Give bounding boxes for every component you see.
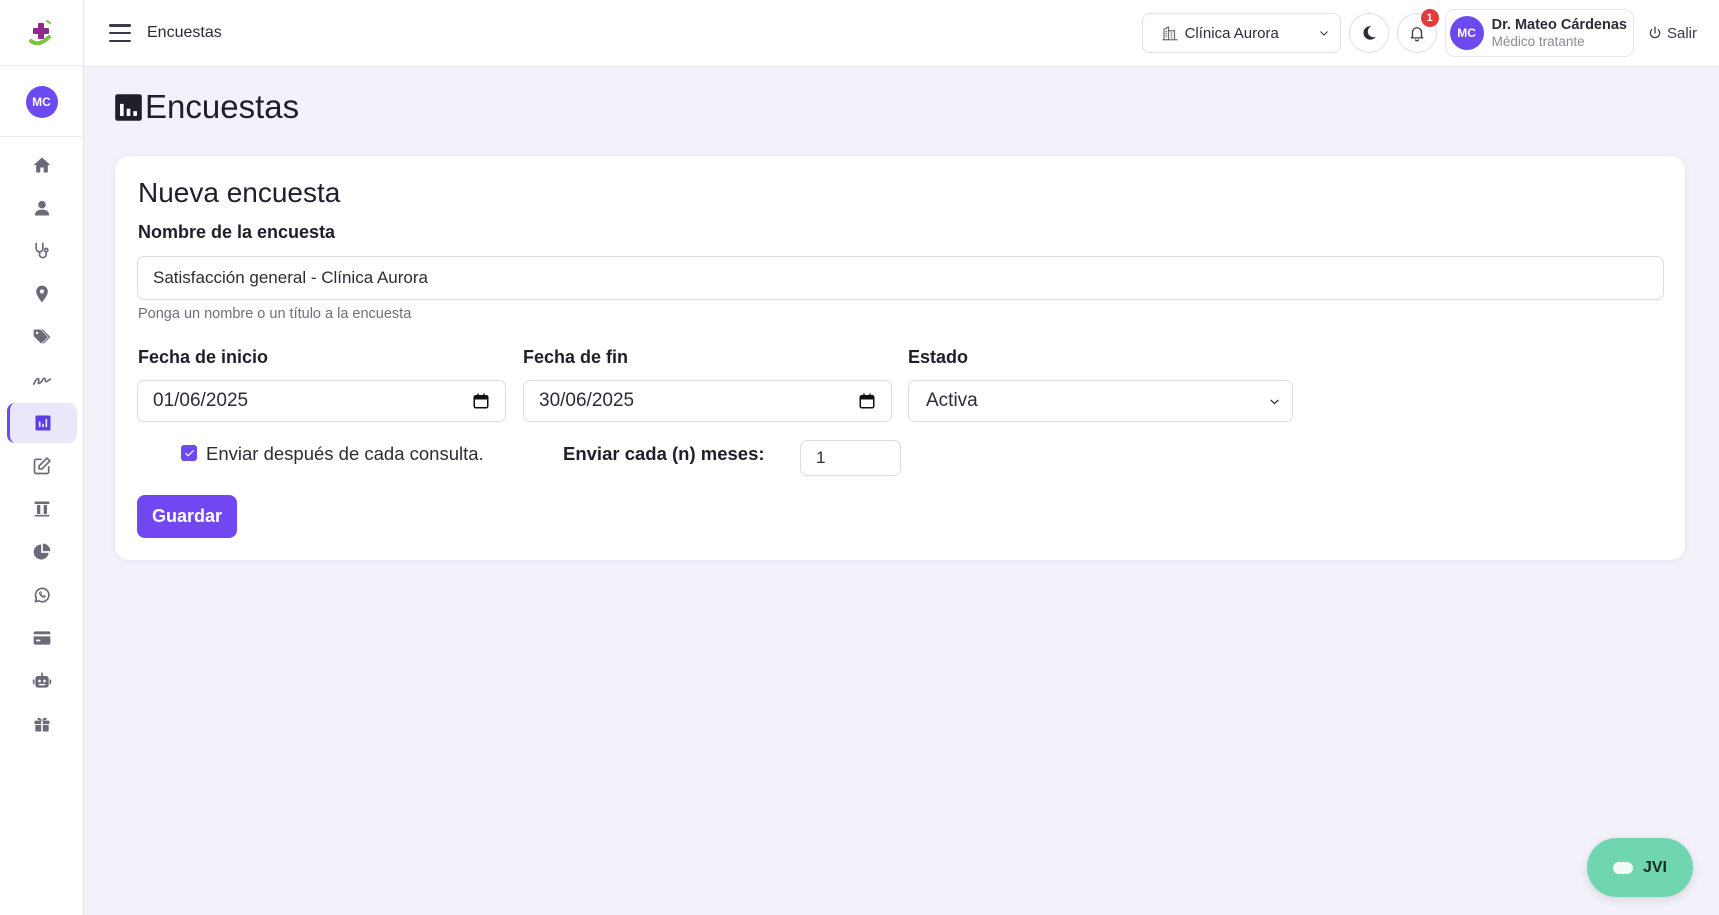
sidebar-item-lab[interactable]: [7, 489, 77, 529]
sidebar-nav: [0, 143, 83, 745]
dark-mode-toggle[interactable]: [1348, 13, 1389, 53]
topbar-title: Encuestas: [147, 24, 222, 41]
calendar-icon[interactable]: [858, 392, 876, 410]
avatar: MC: [1449, 16, 1484, 50]
survey-form-card: Nueva encuesta Nombre de la encuesta Pon…: [115, 156, 1685, 560]
check-icon: [184, 449, 194, 456]
sidebar-item-billing[interactable]: [7, 618, 77, 658]
sidebar-item-patients[interactable]: [7, 188, 77, 228]
stethoscope-icon: [34, 242, 49, 258]
sidebar-item-home[interactable]: [7, 145, 77, 185]
home-icon: [33, 157, 50, 172]
chat-assistant-button[interactable]: JVI: [1587, 838, 1693, 897]
status-select-value: Activa: [926, 390, 978, 411]
user-icon: [34, 200, 49, 215]
sidebar: MC: [0, 0, 84, 915]
chevron-down-icon: [1270, 398, 1279, 405]
clinic-select[interactable]: Clínica Aurora: [1141, 13, 1341, 53]
logo-icon: [28, 19, 51, 45]
edit-icon: [33, 456, 51, 474]
clinic-select-value: Clínica Aurora: [1184, 24, 1279, 42]
status-label: Estado: [908, 347, 969, 367]
user-role: Médico tratante: [1491, 33, 1585, 49]
sidebar-item-signature[interactable]: [7, 360, 77, 400]
end-date-input[interactable]: 30/06/2025: [523, 380, 892, 422]
start-date-input[interactable]: 01/06/2025: [137, 380, 506, 422]
chat-label: JVI: [1642, 858, 1667, 876]
hamburger-menu-icon[interactable]: [109, 24, 131, 42]
sidebar-item-consultations[interactable]: [7, 231, 77, 271]
chart-bar-icon: [115, 93, 142, 121]
months-value: 1: [816, 448, 826, 467]
months-label: Enviar cada (n) meses:: [563, 443, 765, 464]
sidebar-item-bot[interactable]: [7, 661, 77, 701]
save-button[interactable]: Guardar: [137, 495, 237, 538]
send-after-label: Enviar después de cada consulta.: [206, 443, 484, 464]
topbar: Encuestas Clínica Aurora 1 MC Dr. Mateo …: [84, 0, 1719, 67]
sidebar-item-edit[interactable]: [7, 446, 77, 486]
map-pin-icon: [35, 285, 48, 302]
status-select[interactable]: Activa: [908, 380, 1293, 422]
sidebar-avatar[interactable]: MC: [25, 86, 58, 118]
bell-icon: [1410, 27, 1423, 42]
page-title-text: Encuestas: [145, 88, 300, 125]
months-input[interactable]: 1: [800, 440, 901, 476]
end-date-value: 30/06/2025: [539, 390, 635, 411]
moon-icon: [1363, 26, 1376, 40]
survey-name-label: Nombre de la encuesta: [138, 222, 336, 242]
sidebar-item-surveys[interactable]: [6, 402, 77, 443]
signature-icon: [32, 376, 51, 385]
chat-bubble-icon: [1612, 861, 1633, 874]
survey-name-input[interactable]: [137, 256, 1664, 300]
logout-label: Salir: [1666, 24, 1697, 42]
notifications-button[interactable]: 1: [1396, 9, 1439, 53]
calendar-icon[interactable]: [472, 392, 490, 410]
topbar-actions: Clínica Aurora 1 MC Dr. Mateo Cárdenas M…: [1141, 9, 1697, 57]
sidebar-item-locations[interactable]: [7, 274, 77, 314]
sidebar-item-whatsapp[interactable]: [7, 575, 77, 615]
notification-badge: 1: [1420, 9, 1439, 27]
send-after-checkbox[interactable]: [181, 445, 197, 461]
gift-icon: [34, 717, 49, 731]
whatsapp-icon: [34, 587, 50, 602]
logout-button[interactable]: Salir: [1648, 25, 1697, 42]
user-menu[interactable]: MC Dr. Mateo Cárdenas Médico tratante: [1444, 9, 1634, 57]
user-info: Dr. Mateo Cárdenas Médico tratante: [1492, 17, 1627, 50]
power-icon: [1649, 26, 1661, 39]
user-name: Dr. Mateo Cárdenas: [1491, 16, 1627, 33]
end-date-label: Fecha de fin: [523, 347, 629, 367]
building-icon: [1162, 26, 1178, 41]
logo[interactable]: [0, 0, 83, 66]
start-date-value: 01/06/2025: [153, 390, 249, 411]
robot-icon: [32, 672, 51, 688]
survey-name-hint: Ponga un nombre o un título a la encuest…: [138, 306, 412, 322]
start-date-label: Fecha de inicio: [138, 347, 269, 367]
lab-tubes-icon: [34, 501, 49, 516]
sidebar-divider: [0, 136, 83, 137]
page-title: Encuestas: [114, 88, 299, 126]
sidebar-item-reports[interactable]: [7, 532, 77, 572]
sidebar-item-tags[interactable]: [7, 317, 77, 357]
pie-chart-icon: [33, 543, 50, 559]
form-title: Nueva encuesta: [138, 177, 341, 208]
chart-bar-icon: [35, 415, 51, 430]
tags-icon: [33, 329, 50, 344]
chevron-down-icon: [1319, 31, 1328, 36]
credit-card-icon: [33, 630, 50, 645]
sidebar-item-gifts[interactable]: [7, 704, 77, 744]
